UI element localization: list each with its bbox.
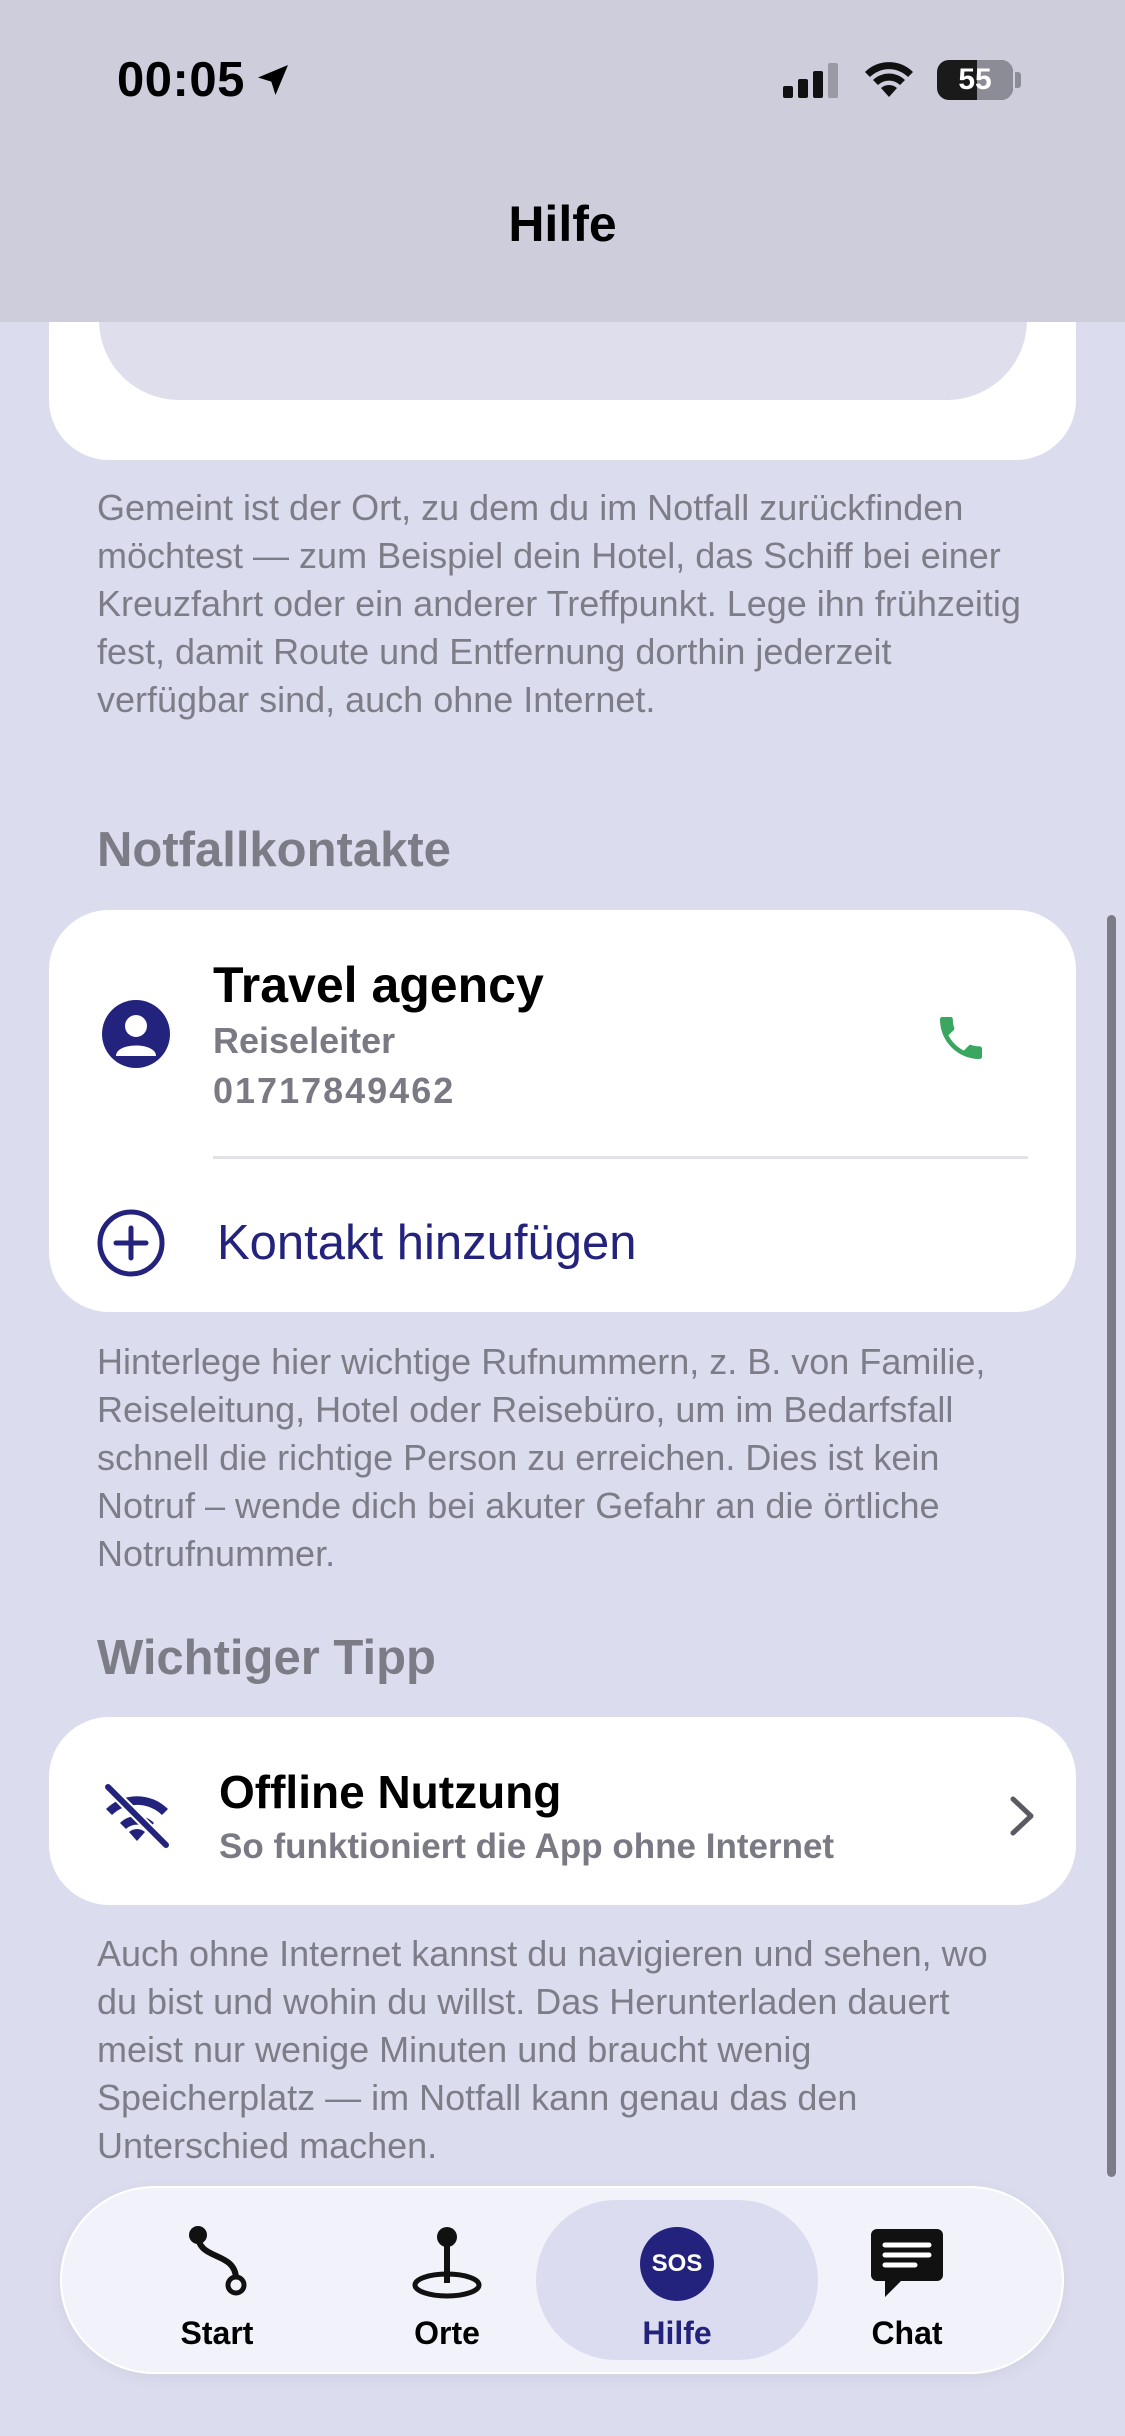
emergency-contacts-card: Travel agency Reiseleiter 01717849462 Ko… [49,910,1076,1312]
battery-icon: 55 [937,60,1021,100]
tip-description: Auch ohne Internet kannst du navigieren … [97,1933,988,2166]
header: 00:05 55 Hilfe [0,0,1125,322]
sos-icon: SOS [640,2227,714,2301]
tab-label: Hilfe [642,2315,712,2351]
location-arrow-icon [257,65,288,95]
tab-label: Chat [871,2315,943,2351]
status-time: 00:05 [117,52,293,108]
emergency-contacts-description: Hinterlege hier wichtige Rufnummern, z. … [97,1341,986,1574]
contact-name: Travel agency [213,957,544,1013]
route-icon [189,2226,247,2296]
section-title-tip: Wichtiger Tipp [97,1631,436,1685]
section-title-emergency-contacts: Notfallkontakte [97,823,451,877]
status-icons: 55 [783,60,1021,100]
tab-bar: Start Orte SOS Hilfe Chat [62,2188,1062,2372]
offline-usage-row[interactable]: Offline Nutzung So funktioniert die App … [49,1717,1076,1905]
tab-hilfe[interactable]: SOS Hilfe [602,2188,752,2372]
wifi-icon [865,62,913,97]
offline-usage-title: Offline Nutzung [219,1766,562,1818]
tab-orte[interactable]: Orte [372,2188,522,2372]
cellular-signal-icon [783,63,838,98]
page-title: Hilfe [508,196,617,252]
plus-circle-icon [97,1209,165,1277]
wifi-off-icon [103,1782,171,1849]
tab-label: Start [180,2315,254,2351]
meeting-point-description: Gemeint ist der Ort, zu dem du im Notfal… [97,487,1021,720]
divider [213,1156,1028,1159]
chevron-right-icon [1010,1796,1034,1836]
contact-phone: 01717849462 [213,1070,456,1111]
offline-usage-subtitle: So funktioniert die App ohne Internet [219,1827,835,1866]
tab-chat[interactable]: Chat [832,2188,982,2372]
add-contact-label: Kontakt hinzufügen [217,1216,637,1270]
person-icon [102,1000,170,1068]
tab-label: Orte [414,2315,480,2351]
chat-icon [871,2229,943,2297]
tab-start[interactable]: Start [142,2188,292,2372]
contact-role: Reiseleiter [213,1020,396,1061]
phone-call-icon[interactable] [933,1010,989,1066]
pin-icon [412,2227,482,2299]
scrollbar[interactable] [1107,915,1116,2177]
